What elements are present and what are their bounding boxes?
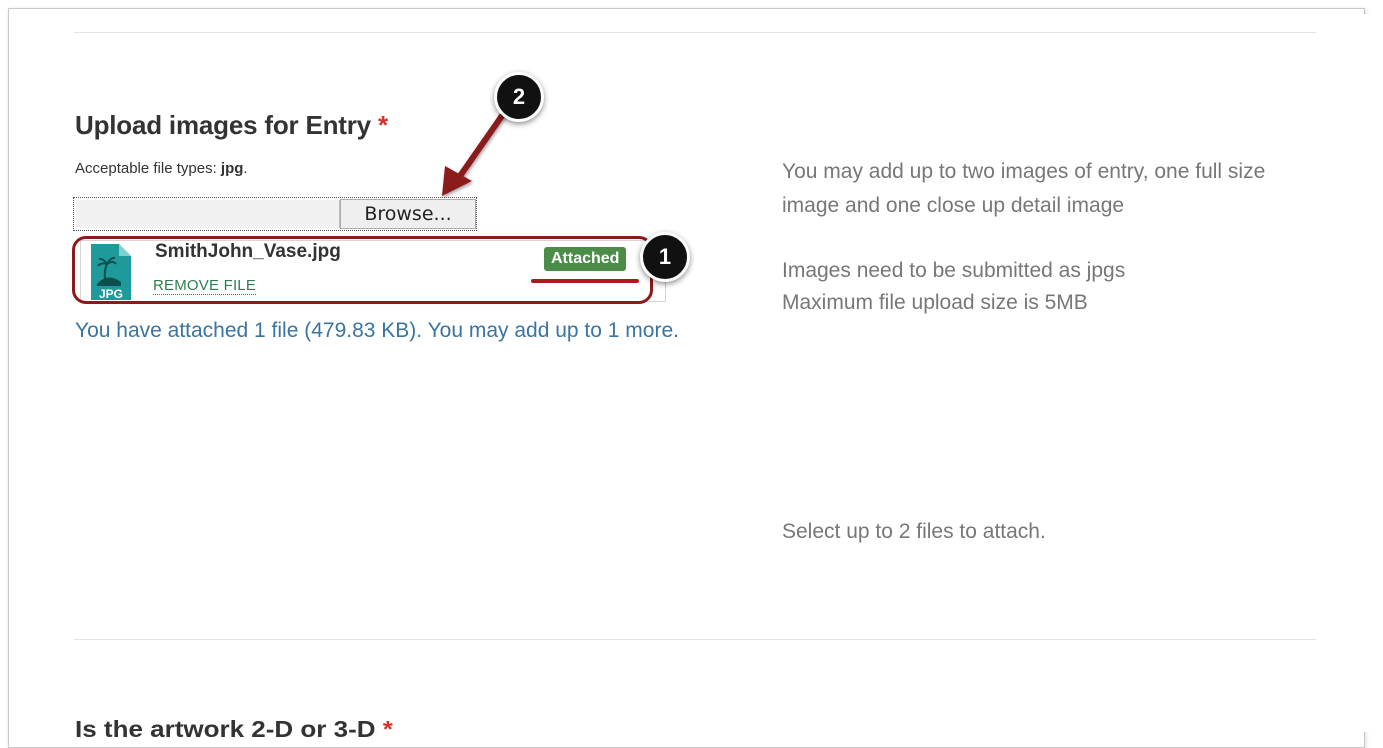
file-upload-input[interactable]: Browse... — [73, 197, 477, 231]
help-text-images: You may add up to two images of entry, o… — [782, 160, 1266, 217]
acceptable-filetypes: Acceptable file types: jpg. — [75, 160, 248, 177]
attached-file-name: SmithJohn_Vase.jpg — [155, 241, 341, 262]
filetypes-value: jpg — [220, 160, 244, 177]
file-icon-label: JPG — [99, 287, 123, 301]
next-heading-text: Is the artwork 2-D or 3-D — [75, 715, 376, 743]
attached-status-badge: Attached — [544, 247, 627, 271]
attached-file-row: JPG SmithJohn_Vase.jpg REMOVE FILE Attac… — [80, 240, 666, 302]
page-scrollbar-area — [1363, 14, 1383, 732]
help-text-select-count: Select up to 2 files to attach. — [782, 520, 1046, 543]
section-divider-bottom — [74, 639, 1316, 640]
heading-text: Upload images for Entry — [75, 110, 371, 140]
help-text-max-size: Maximum file upload size is 5MB — [782, 291, 1088, 314]
remove-file-link[interactable]: REMOVE FILE — [153, 277, 257, 295]
help-text-requirements: Images need to be submitted as jpgs Maxi… — [782, 255, 1302, 319]
attachment-summary: You have attached 1 file (479.83 KB). Yo… — [75, 319, 679, 342]
section-divider-top — [74, 32, 1316, 33]
file-path-field[interactable] — [76, 200, 340, 228]
next-required-marker: * — [382, 715, 393, 743]
filetypes-suffix: . — [243, 160, 248, 177]
help-text-format: Images need to be submitted as jpgs — [782, 259, 1126, 282]
jpg-file-icon: JPG — [91, 244, 131, 301]
required-marker: * — [377, 110, 388, 140]
filetypes-label: Acceptable file types: — [75, 160, 221, 177]
next-section-heading: Is the artwork 2-D or 3-D * — [75, 716, 393, 744]
annotation-callout-1: 1 — [640, 232, 690, 282]
upload-section-heading: Upload images for Entry * — [75, 110, 388, 141]
annotation-callout-2: 2 — [494, 72, 544, 122]
browse-button[interactable]: Browse... — [340, 199, 476, 229]
